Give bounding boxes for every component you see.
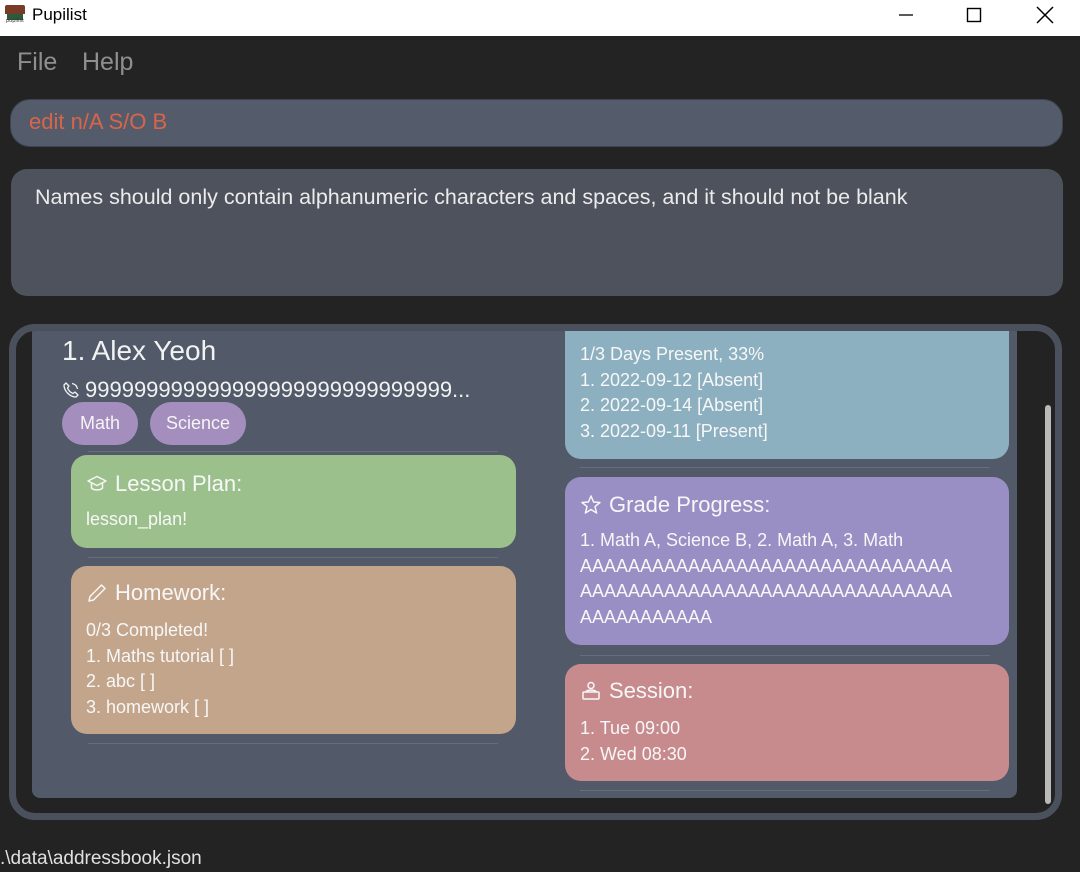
close-button[interactable]	[1022, 0, 1068, 30]
grade-progress-line: AAAAAAAAAAAAAAAAAAAAAAAAAAAAAAA	[580, 581, 953, 602]
maximize-button[interactable]	[951, 0, 997, 30]
attendance-line: 1. 2022-09-12 [Absent]	[580, 369, 764, 390]
status-bar-path: .\data\addressbook.json	[0, 848, 202, 869]
grade-progress-line: AAAAAAAAAAAAAAAAAAAAAAAAAAAAAAA	[580, 555, 953, 576]
command-box[interactable]	[10, 99, 1063, 147]
divider	[88, 451, 498, 452]
person-card[interactable]: 1. Alex Yeoh 999999999999999999999999999…	[32, 331, 1017, 798]
divider	[580, 790, 990, 791]
grade-progress-label: Grade Progress:	[609, 492, 771, 517]
pencil-icon	[88, 584, 106, 602]
grade-progress-body: 1. Math A, Science B, 2. Math A, 3. Math…	[580, 528, 952, 631]
maximize-icon	[966, 7, 982, 23]
divider	[580, 467, 990, 468]
tag-math: Math	[62, 402, 138, 445]
menu-file[interactable]: File	[17, 48, 57, 77]
attendance-line: 1/3 Days Present, 33%	[580, 344, 765, 364]
divider	[88, 557, 498, 558]
session-line: 1. Tue 09:00	[580, 718, 681, 738]
lesson-plan-label: Lesson Plan:	[115, 471, 243, 496]
lesson-plan-title: Lesson Plan:	[86, 471, 242, 497]
tag-science: Science	[150, 402, 246, 445]
session-title: Session:	[580, 678, 693, 704]
phone-number: 999999999999999999999999999999...	[85, 377, 471, 402]
session-label: Session:	[609, 678, 694, 703]
divider	[88, 743, 498, 744]
homework-line: 1. Maths tutorial [ ]	[86, 645, 235, 666]
person-list-panel: 1. Alex Yeoh 999999999999999999999999999…	[9, 324, 1062, 820]
result-message: Names should only contain alphanumeric c…	[35, 185, 908, 209]
attendance-card: 1/3 Days Present, 33% 1. 2022-09-12 [Abs…	[565, 331, 1009, 459]
homework-card: Homework: 0/3 Completed! 1. Maths tutori…	[71, 566, 516, 734]
homework-body: 0/3 Completed! 1. Maths tutorial [ ] 2. …	[86, 618, 234, 721]
lesson-plan-body: lesson_plan!	[86, 507, 187, 533]
attendance-body: 1/3 Days Present, 33% 1. 2022-09-12 [Abs…	[580, 342, 768, 445]
result-display: Names should only contain alphanumeric c…	[11, 169, 1063, 296]
command-input[interactable]	[29, 109, 1029, 135]
session-card: Session: 1. Tue 09:00 2. Wed 08:30	[565, 664, 1009, 781]
person-desk-icon	[582, 681, 600, 700]
window-title: Pupilist	[32, 5, 87, 24]
grade-progress-line: AAAAAAAAAAA	[580, 607, 713, 628]
homework-line: 3. homework [ ]	[86, 697, 210, 718]
lesson-plan-card: Lesson Plan: lesson_plan!	[71, 455, 516, 548]
grade-progress-card: Grade Progress: 1. Math A, Science B, 2.…	[565, 477, 1009, 645]
divider	[580, 655, 990, 656]
list-scrollbar[interactable]	[1045, 405, 1051, 804]
grade-progress-line: 1. Math A, Science B, 2. Math A, 3. Math	[580, 530, 904, 550]
lesson-plan-value: lesson_plan!	[86, 509, 188, 529]
minimize-button[interactable]	[883, 0, 929, 30]
menu-help[interactable]: Help	[82, 48, 133, 77]
attendance-line: 2. 2022-09-14 [Absent]	[580, 395, 764, 416]
attendance-line: 3. 2022-09-11 [Present]	[580, 421, 768, 442]
close-icon	[1036, 6, 1054, 24]
homework-line: 0/3 Completed!	[86, 620, 209, 640]
menu-bar: File Help	[0, 36, 1080, 90]
session-line: 2. Wed 08:30	[580, 743, 687, 764]
homework-label: Homework:	[115, 580, 227, 605]
homework-line: 2. abc [ ]	[86, 671, 156, 692]
phone-icon	[63, 382, 79, 398]
homework-title: Homework:	[86, 580, 226, 606]
title-bar: pupilist Pupilist	[0, 0, 1083, 36]
star-icon	[581, 495, 601, 514]
app-icon: pupilist	[5, 5, 25, 24]
phone-row: 999999999999999999999999999999...	[62, 377, 470, 403]
minimize-icon	[899, 14, 913, 16]
person-name: 1. Alex Yeoh	[62, 335, 217, 366]
graduation-cap-icon	[87, 475, 107, 491]
session-body: 1. Tue 09:00 2. Wed 08:30	[580, 716, 687, 767]
app-icon-label: pupilist	[5, 18, 25, 24]
grade-progress-title: Grade Progress:	[580, 492, 770, 518]
